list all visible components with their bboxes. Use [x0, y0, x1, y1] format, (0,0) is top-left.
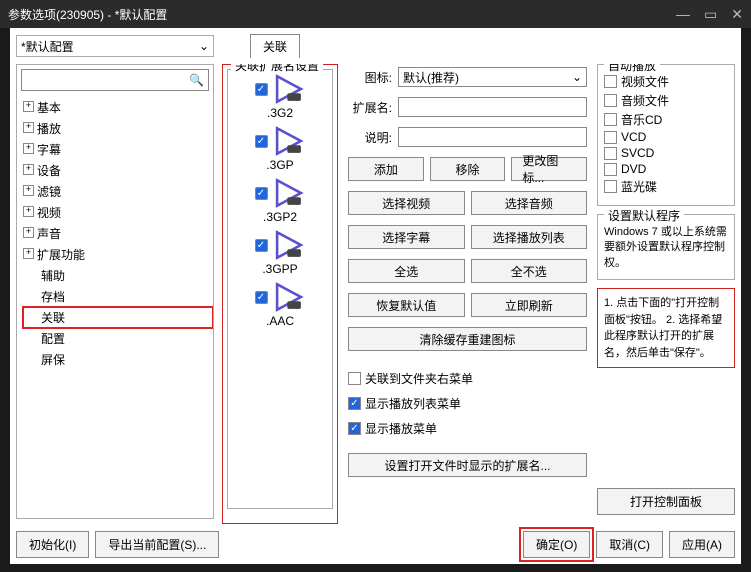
ext-input[interactable]: [398, 97, 587, 117]
tree-item-滤镜[interactable]: 滤镜: [23, 181, 213, 202]
play-icon: [272, 282, 306, 312]
tree-item-关联[interactable]: 关联: [23, 307, 213, 328]
ext-panel-title: 关联扩展名设置: [231, 64, 323, 74]
sel-none-button[interactable]: 全不选: [471, 259, 588, 283]
show-playlist-checkbox[interactable]: ✓: [348, 397, 361, 410]
category-tree: 🔍 基本播放字幕设备滤镜视频声音扩展功能辅助存档关联配置屏保: [16, 64, 214, 519]
show-play-checkbox[interactable]: ✓: [348, 422, 361, 435]
sel-all-button[interactable]: 全选: [348, 259, 465, 283]
autoplay-checkbox[interactable]: [604, 75, 617, 88]
clear-cache-button[interactable]: 清除缓存重建图标: [348, 327, 587, 351]
ok-button[interactable]: 确定(O): [523, 531, 590, 558]
autoplay-checkbox[interactable]: [604, 180, 617, 193]
open-control-panel-button[interactable]: 打开控制面板: [597, 488, 735, 515]
ext-label: 扩展名:: [348, 99, 392, 116]
ext-item-aac[interactable]: ✓ .AAC: [255, 282, 306, 328]
chevron-down-icon: ⌄: [572, 70, 582, 84]
ext-item-3gp[interactable]: ✓ .3GP: [255, 126, 306, 172]
config-combo-value: *默认配置: [21, 38, 74, 55]
tree-item-声音[interactable]: 声音: [23, 223, 213, 244]
autoplay-checkbox[interactable]: [604, 147, 617, 160]
ext-checkbox[interactable]: ✓: [255, 239, 268, 252]
help-text: 1. 点击下面的"打开控制面板"按钮。 2. 选择希望此程序默认打开的扩展名，然…: [597, 288, 735, 368]
tree-item-基本[interactable]: 基本: [23, 97, 213, 118]
icon-select[interactable]: 默认(推荐)⌄: [398, 67, 587, 87]
tree-item-辅助[interactable]: 辅助: [23, 265, 213, 286]
sel-video-button[interactable]: 选择视频: [348, 191, 465, 215]
init-button[interactable]: 初始化(I): [16, 531, 89, 558]
ext-item-3gpp[interactable]: ✓ .3GPP: [255, 230, 306, 276]
ext-label: .AAC: [266, 314, 294, 328]
autoplay-checkbox[interactable]: [604, 163, 617, 176]
ext-checkbox[interactable]: ✓: [255, 187, 268, 200]
default-prog-group: 设置默认程序 Windows 7 或以上系统需要额外设置默认程序控制权。: [597, 214, 735, 280]
desc-input[interactable]: [398, 127, 587, 147]
ext-checkbox[interactable]: ✓: [255, 135, 268, 148]
ext-label: .3GPP: [262, 262, 297, 276]
cancel-button[interactable]: 取消(C): [596, 531, 663, 558]
ext-label: .3G2: [267, 106, 293, 120]
config-combo[interactable]: *默认配置 ⌄: [16, 35, 214, 57]
ext-item-3g2[interactable]: ✓ .3G2: [255, 74, 306, 120]
minimize-icon[interactable]: —: [676, 6, 690, 23]
ext-checkbox[interactable]: ✓: [255, 291, 268, 304]
remove-button[interactable]: 移除: [430, 157, 506, 181]
set-open-ext-button[interactable]: 设置打开文件时显示的扩展名...: [348, 453, 587, 477]
ext-list[interactable]: ✓ .3G2 ✓ .3GP ✓ .3GP2 ✓ .3GPP ✓ .AAC: [227, 69, 333, 509]
export-button[interactable]: 导出当前配置(S)...: [95, 531, 219, 558]
autoplay-group: 自动播放 视频文件音频文件音乐CDVCDSVCDDVD蓝光碟: [597, 64, 735, 206]
tree-item-视频[interactable]: 视频: [23, 202, 213, 223]
change-icon-button[interactable]: 更改图标...: [511, 157, 587, 181]
ext-label: .3GP2: [263, 210, 297, 224]
icon-label: 图标:: [348, 69, 392, 86]
tree-item-配置[interactable]: 配置: [23, 328, 213, 349]
search-input[interactable]: 🔍: [21, 69, 209, 91]
apply-button[interactable]: 应用(A): [669, 531, 735, 558]
autoplay-checkbox[interactable]: [604, 131, 617, 144]
refresh-button[interactable]: 立即刷新: [471, 293, 588, 317]
tab-association[interactable]: 关联: [250, 34, 300, 58]
assoc-folder-checkbox[interactable]: [348, 372, 361, 385]
tree-item-屏保[interactable]: 屏保: [23, 349, 213, 370]
sel-audio-button[interactable]: 选择音频: [471, 191, 588, 215]
ext-label: .3GP: [266, 158, 293, 172]
maximize-icon[interactable]: ▭: [704, 6, 717, 23]
search-icon: 🔍: [189, 73, 204, 87]
window-title: 参数选项(230905) - *默认配置: [8, 6, 167, 23]
desc-label: 说明:: [348, 129, 392, 146]
play-icon: [272, 230, 306, 260]
tree-item-播放[interactable]: 播放: [23, 118, 213, 139]
play-icon: [272, 126, 306, 156]
sel-playlist-button[interactable]: 选择播放列表: [471, 225, 588, 249]
autoplay-checkbox[interactable]: [604, 94, 617, 107]
close-icon[interactable]: ✕: [731, 6, 743, 23]
tree-item-设备[interactable]: 设备: [23, 160, 213, 181]
tree-item-字幕[interactable]: 字幕: [23, 139, 213, 160]
tree-item-扩展功能[interactable]: 扩展功能: [23, 244, 213, 265]
ext-checkbox[interactable]: ✓: [255, 83, 268, 96]
tree-item-存档[interactable]: 存档: [23, 286, 213, 307]
play-icon: [272, 74, 306, 104]
add-button[interactable]: 添加: [348, 157, 424, 181]
ext-item-3gp2[interactable]: ✓ .3GP2: [255, 178, 306, 224]
sel-sub-button[interactable]: 选择字幕: [348, 225, 465, 249]
autoplay-checkbox[interactable]: [604, 113, 617, 126]
chevron-down-icon: ⌄: [199, 39, 209, 53]
play-icon: [272, 178, 306, 208]
restore-button[interactable]: 恢复默认值: [348, 293, 465, 317]
